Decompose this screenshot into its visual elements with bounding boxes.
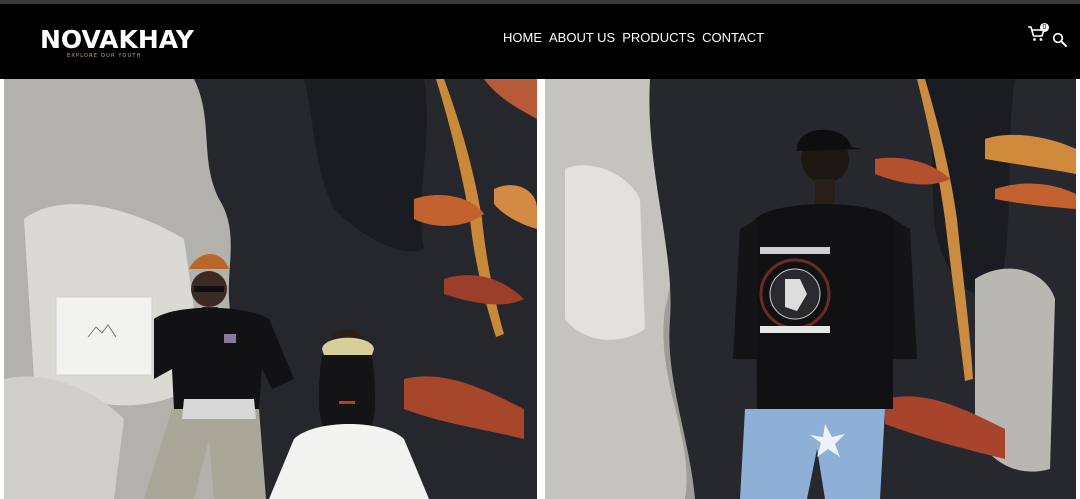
cart-count-badge: 0	[1040, 23, 1049, 32]
nav-about-us[interactable]: ABOUT US	[549, 28, 615, 48]
site-header: NOVAKHAY EXPLORE OUR YOUTH HOME ABOUT US…	[0, 4, 1080, 79]
hero-photo-right	[545, 79, 1076, 499]
hero-photo-left	[4, 79, 537, 499]
search-icon[interactable]	[1052, 32, 1068, 48]
nav-contact[interactable]: CONTACT	[702, 28, 764, 48]
brand-logo[interactable]: NOVAKHAY EXPLORE OUR YOUTH	[40, 26, 194, 66]
brand-name: NOVAKHAY	[40, 25, 194, 54]
nav-products[interactable]: PRODUCTS	[622, 28, 695, 48]
brand-tagline: EXPLORE OUR YOUTH	[67, 53, 142, 59]
nav-home[interactable]: HOME	[503, 28, 542, 48]
hero-gallery	[0, 79, 1080, 499]
main-nav: HOME ABOUT US PRODUCTS CONTACT	[503, 28, 764, 48]
